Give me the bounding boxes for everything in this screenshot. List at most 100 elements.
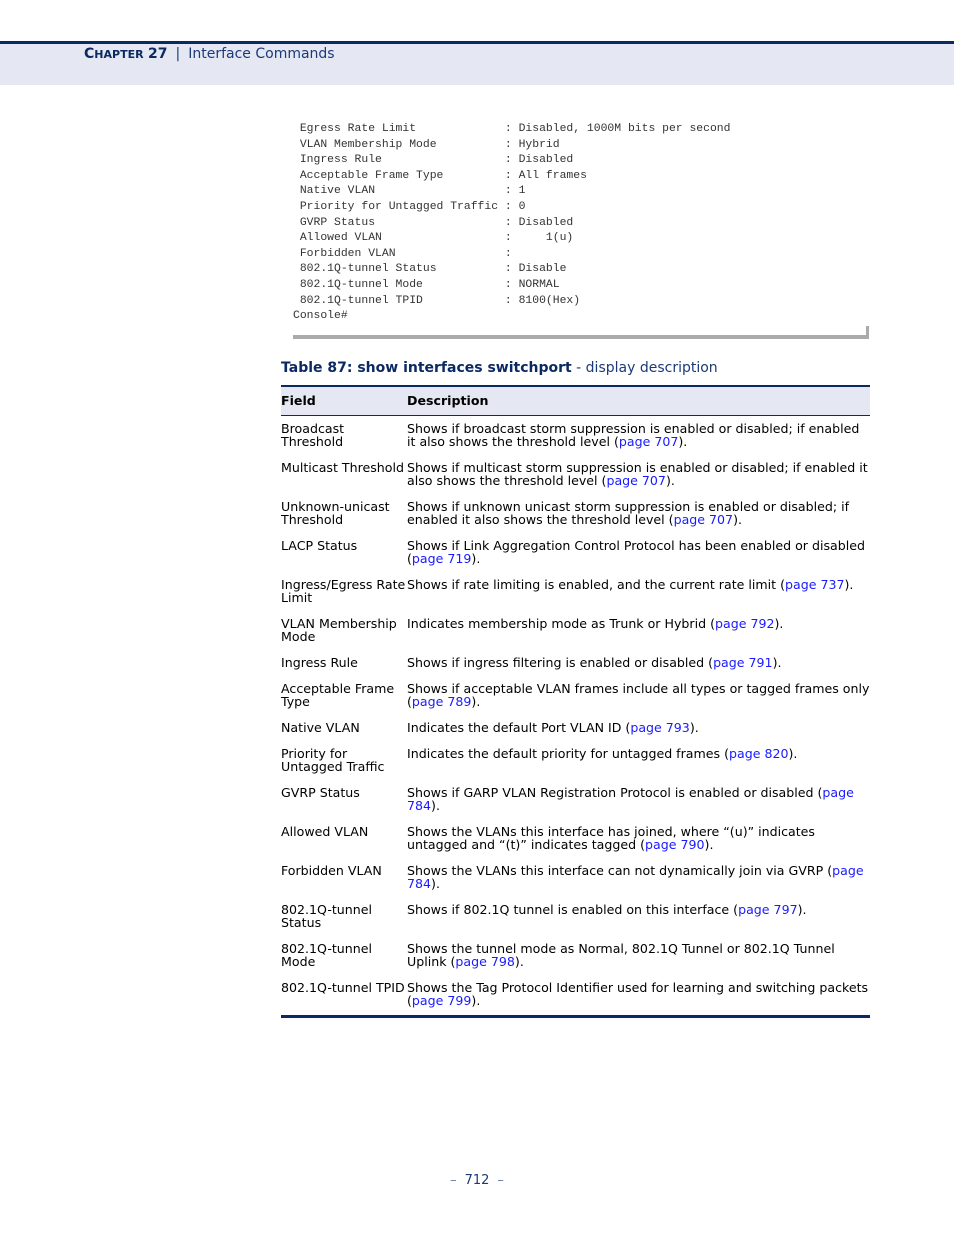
footer-dash-right: – [497, 1173, 504, 1188]
page-reference-link[interactable]: page 789 [412, 694, 472, 709]
description-end: ). [772, 655, 782, 670]
field-cell: Priority for Untagged Traffic [281, 746, 385, 774]
table-caption-rest: - display description [571, 360, 718, 376]
description-cell: Shows if broadcast storm suppression is … [407, 416, 870, 457]
field-cell: Unknown-unicast Threshold [281, 499, 390, 527]
table-row: Allowed VLAN Shows the VLANs this interfa… [281, 820, 870, 859]
description-end: ). [514, 954, 524, 969]
description-cell: Shows if multicast storm suppression is … [407, 456, 870, 495]
console-line: Ingress Rule : Disabled [293, 154, 574, 167]
field-cell: Broadcast Threshold [281, 421, 345, 449]
section-title: Interface Commands [188, 46, 335, 62]
description-end: ). [844, 577, 854, 592]
page-reference-link[interactable]: page 719 [412, 551, 472, 566]
console-line: GVRP Status : Disabled [293, 216, 574, 229]
description-end: ). [471, 993, 481, 1008]
description-end: ). [704, 837, 714, 852]
footer-dash-left: – [450, 1173, 457, 1188]
description-cell: Indicates membership mode as Trunk or Hy… [407, 612, 870, 651]
table-row: Priority for Untagged Traffic Indicates t… [281, 742, 870, 781]
description-cell: Indicates the default Port VLAN ID (page… [407, 716, 870, 742]
description-cell: Shows if acceptable VLAN frames include … [407, 677, 870, 716]
table-row: Native VLAN Indicates the default Port VL… [281, 716, 870, 742]
description-cell: Shows if GARP VLAN Registration Protocol… [407, 781, 870, 820]
description-text: Shows if rate limiting is enabled, and t… [407, 577, 786, 592]
description-cell: Shows the tunnel mode as Normal, 802.1Q … [407, 937, 870, 976]
console-line: Egress Rate Limit : Disabled, 1000M bits… [293, 123, 731, 135]
table-row: 802.1Q-tunnel TPID Shows the Tag Protocol… [281, 976, 870, 1018]
description-end: ). [797, 902, 807, 917]
table-row: GVRP Status Shows if GARP VLAN Registrati… [281, 781, 870, 820]
table-row: Ingress Rule Shows if ingress filtering i… [281, 651, 870, 677]
field-cell: Ingress/Egress Rate Limit [281, 577, 406, 605]
table-caption: Table 87: show interfaces switchport - d… [281, 358, 718, 378]
description-cell: Shows if Link Aggregation Control Protoc… [407, 534, 870, 573]
page-number: 712 [464, 1173, 490, 1188]
field-cell: GVRP Status [281, 785, 360, 800]
console-frame-border [293, 326, 869, 339]
description-cell: Shows the VLANs this interface has joine… [407, 820, 870, 859]
field-cell: LACP Status [281, 538, 358, 553]
field-cell: Acceptable Frame Type [281, 681, 395, 709]
description-end: ). [471, 694, 481, 709]
page-reference-link[interactable]: page 790 [645, 837, 705, 852]
page-reference-link[interactable]: page 820 [729, 746, 789, 761]
description-cell: Shows if ingress filtering is enabled or… [407, 651, 870, 677]
table-row: Acceptable Frame Type Shows if acceptable… [281, 677, 870, 716]
description-text: Shows if 802.1Q tunnel is enabled on thi… [407, 902, 739, 917]
description-cell: Shows if rate limiting is enabled, and t… [407, 573, 870, 612]
page-reference-link[interactable]: page 707 [619, 434, 679, 449]
table-row: Unknown-unicast Threshold Shows if unknow… [281, 495, 870, 534]
console-line: 802.1Q-tunnel Mode : NORMAL [293, 278, 560, 291]
console-line: Priority for Untagged Traffic : 0 [293, 200, 526, 213]
table-header-row: Field Description [281, 385, 870, 416]
page-reference-link[interactable]: page 798 [455, 954, 515, 969]
field-cell: VLAN Membership Mode [281, 616, 397, 644]
console-line: Acceptable Frame Type : All frames [293, 169, 587, 182]
table-row: Multicast Threshold Shows if multicast st… [281, 456, 870, 495]
field-cell: Forbidden VLAN [281, 863, 382, 878]
description-cell: Shows the VLANs this interface can not d… [407, 859, 870, 898]
chapter-number: 27 [148, 46, 168, 62]
chapter-label: CHAPTER [84, 46, 144, 62]
page-reference-link[interactable]: page 791 [713, 655, 773, 670]
page-reference-link[interactable]: page 793 [630, 720, 690, 735]
page-reference-link[interactable]: page 797 [738, 902, 798, 917]
field-cell: 802.1Q-tunnel TPID [281, 976, 407, 1018]
console-line: 802.1Q-tunnel Status : Disable [293, 263, 567, 276]
field-cell: Multicast Threshold [281, 460, 404, 475]
page-reference-link[interactable]: page 799 [412, 993, 472, 1008]
page-reference-link[interactable]: page 707 [674, 512, 734, 527]
page-reference-link[interactable]: page 707 [606, 473, 666, 488]
description-end: ). [678, 434, 688, 449]
column-header-field: Field [281, 385, 407, 416]
description-end: ). [733, 512, 742, 527]
table-row: 802.1Q-tunnel Status Shows if 802.1Q tunn… [281, 898, 870, 937]
page-reference-link[interactable]: page 792 [715, 616, 775, 631]
table-row: LACP Status Shows if Link Aggregation Con… [281, 534, 870, 573]
field-cell: Allowed VLAN [281, 824, 369, 839]
field-cell: Native VLAN [281, 720, 360, 735]
description-text: Indicates the default Port VLAN ID ( [407, 720, 631, 735]
description-end: ). [431, 876, 440, 891]
console-line: Allowed VLAN : 1(u) [293, 232, 574, 245]
table-row: VLAN Membership Mode Indicates membership… [281, 612, 870, 651]
field-cell: 802.1Q-tunnel Mode [281, 941, 372, 969]
description-cell: Shows if unknown unicast storm suppressi… [407, 495, 870, 534]
description-text: Indicates the default priority for untag… [407, 746, 730, 761]
console-line: 802.1Q-tunnel TPID : 8100(Hex) [293, 294, 581, 307]
column-header-description: Description [407, 385, 870, 416]
table-row: Broadcast Threshold Shows if broadcast st… [281, 416, 870, 457]
page-footer: –712– [0, 1173, 954, 1188]
description-text: Shows if GARP VLAN Registration Protocol… [407, 785, 823, 800]
description-text: Indicates membership mode as Trunk or Hy… [407, 616, 715, 631]
field-cell: 802.1Q-tunnel Status [281, 902, 372, 930]
description-text: Shows the VLANs this interface can not d… [407, 863, 833, 878]
description-cell: Indicates the default priority for untag… [407, 742, 870, 781]
console-line: VLAN Membership Mode : Hybrid [293, 138, 560, 151]
table-caption-bold: Table 87: show interfaces switchport [281, 360, 572, 376]
page-reference-link[interactable]: page 737 [785, 577, 845, 592]
description-end: ). [471, 551, 481, 566]
console-line: Forbidden VLAN : [293, 247, 512, 260]
description-end: ). [431, 798, 440, 813]
